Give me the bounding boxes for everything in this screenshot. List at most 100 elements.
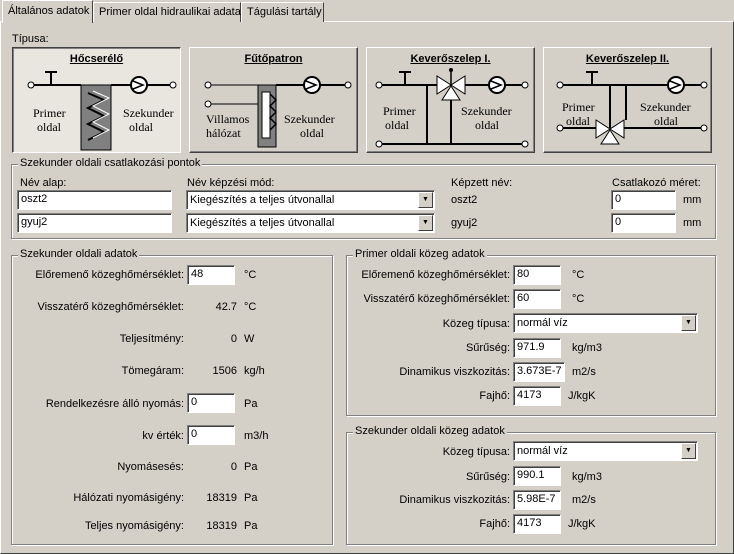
power-value: 0 xyxy=(230,333,237,345)
unit: Pa xyxy=(244,398,258,410)
secondary-viscosity-input[interactable]: 5.98E-7 xyxy=(513,490,561,510)
primary-heat-label: Fajhő: xyxy=(479,390,510,402)
return-temp-label: Visszatérő közeghőmérséklet: xyxy=(37,301,184,313)
left-label: Villamos xyxy=(206,112,250,126)
connector-size-input-1[interactable]: 0 xyxy=(611,190,676,210)
network-pressure-label: Hálózati nyomásigény: xyxy=(73,492,184,504)
select-value: normál víz xyxy=(517,317,568,329)
select-value: normál víz xyxy=(517,445,568,457)
unit: Pa xyxy=(244,520,258,532)
secondary-density-label: Sűrűség: xyxy=(465,471,510,483)
total-pressure-value: 18319 xyxy=(206,520,237,532)
name-mode-select-2[interactable]: Kiegészítés a teljes útvonallal ▼ xyxy=(186,213,435,233)
right-label-2: oldal xyxy=(654,114,678,128)
unit: °C xyxy=(244,301,257,313)
primary-viscosity-input[interactable]: 3.673E-7 xyxy=(513,362,565,382)
primary-viscosity-label: Dinamikus viszkozitás: xyxy=(399,366,510,378)
power-label: Teljesítmény: xyxy=(119,333,184,345)
primary-return-temp-label: Visszatérő közeghőmérséklet: xyxy=(363,293,510,305)
tab-expansion-tank[interactable]: Tágulási tartály xyxy=(241,2,324,22)
unit-mm: mm xyxy=(683,194,702,206)
unit: m2/s xyxy=(572,494,596,506)
generated-name-2: gyuj2 xyxy=(451,217,478,229)
unit: kg/m3 xyxy=(572,342,602,354)
right-label: Szekunder xyxy=(461,104,512,118)
group-title: Szekunder oldali adatok xyxy=(18,248,140,260)
select-value: Kiegészítés a teljes útvonallal xyxy=(190,194,335,206)
generated-name-label: Képzett név: xyxy=(451,177,513,189)
unit: Pa xyxy=(244,461,258,473)
tab-primary-hydraulics[interactable]: Primer oldal hidraulikai adatai xyxy=(93,2,243,22)
primary-return-temp-input[interactable]: 60 xyxy=(513,289,561,309)
group-title: Szekunder oldali közeg adatok xyxy=(353,425,507,437)
connector-size-label: Csatlakozó méret: xyxy=(612,177,701,189)
secondary-medium-type-select[interactable]: normál víz ▼ xyxy=(513,441,698,461)
kv-label: kv érték: xyxy=(142,430,184,442)
secondary-heat-input[interactable]: 4173 xyxy=(513,514,561,534)
primary-flow-temp-input[interactable]: 80 xyxy=(513,265,561,285)
left-label: Primer xyxy=(383,104,416,118)
chevron-down-icon[interactable]: ▼ xyxy=(681,315,696,331)
flow-temp-label: Előremenő közeghőmérséklet: xyxy=(35,269,184,281)
unit: J/kgK xyxy=(568,390,596,402)
select-value: Kiegészítés a teljes útvonallal xyxy=(190,217,335,229)
left-label-2: oldal xyxy=(385,118,409,132)
heat-exchanger-icon xyxy=(27,71,177,151)
secondary-medium-type-label: Közeg típusa: xyxy=(442,446,510,458)
right-label: Szekunder xyxy=(123,106,174,120)
secondary-density-input[interactable]: 990.1 xyxy=(513,466,561,486)
right-label-2: oldal xyxy=(475,118,499,132)
kv-input[interactable]: 0 xyxy=(187,425,235,445)
type-label: Típusa: xyxy=(12,33,49,45)
network-pressure-value: 18319 xyxy=(206,492,237,504)
unit: °C xyxy=(572,293,585,305)
primary-medium-type-label: Közeg típusa: xyxy=(442,318,510,330)
unit: kg/m3 xyxy=(572,471,602,483)
primary-medium-type-select[interactable]: normál víz ▼ xyxy=(513,313,698,333)
unit: m2/s xyxy=(572,366,596,378)
primary-flow-temp-label: Előremenő közeghőmérséklet: xyxy=(361,269,510,281)
chevron-down-icon[interactable]: ▼ xyxy=(681,443,696,459)
primary-density-input[interactable]: 971.9 xyxy=(513,338,561,358)
left-label-2: oldal xyxy=(566,114,590,128)
pressure-drop-label: Nyomásesés: xyxy=(117,461,184,473)
available-pressure-label: Rendelkezésre álló nyomás: xyxy=(45,398,184,410)
left-label-2: oldal xyxy=(37,120,61,134)
name-mode-label: Név képzési mód: xyxy=(187,177,275,189)
unit: °C xyxy=(244,269,257,281)
chevron-down-icon[interactable]: ▼ xyxy=(418,192,433,208)
type-mixing-valve-2-button[interactable]: Keverőszelep II. Primer oldal Szekunder … xyxy=(543,47,712,153)
left-label: Primer xyxy=(33,106,66,120)
return-temp-value: 42.7 xyxy=(215,301,237,313)
type-heater-button[interactable]: Fűtőpatron Villamos hálózat Szekunder ol… xyxy=(189,47,358,153)
total-pressure-label: Teljes nyomásigény: xyxy=(84,520,184,532)
connector-size-input-2[interactable]: 0 xyxy=(611,213,676,233)
unit: kg/h xyxy=(244,365,265,377)
name-base-input-1[interactable]: oszt2 xyxy=(17,190,172,210)
right-label: Szekunder xyxy=(284,112,335,126)
right-label-2: oldal xyxy=(129,120,153,134)
type-mixing-valve-1-button[interactable]: Keverőszelep I. Primer oldal Szekunder o… xyxy=(366,47,535,153)
right-label: Szekunder xyxy=(640,100,691,114)
chevron-down-icon[interactable]: ▼ xyxy=(418,215,433,231)
tab-general[interactable]: Általános adatok xyxy=(2,0,93,23)
primary-density-label: Sűrűség: xyxy=(465,342,510,354)
unit: J/kgK xyxy=(568,518,596,530)
left-label: Primer xyxy=(562,100,595,114)
secondary-viscosity-label: Dinamikus viszkozitás: xyxy=(399,494,510,506)
unit: m3/h xyxy=(244,430,269,442)
type-heat-exchanger-button[interactable]: Hőcserélő Primer oldal Szekunder oldal xyxy=(12,47,181,153)
primary-heat-input[interactable]: 4173 xyxy=(513,386,561,406)
left-label-2: hálózat xyxy=(206,126,241,140)
unit: Pa xyxy=(244,492,258,504)
mixing-valve-1-icon xyxy=(375,68,529,148)
unit-mm: mm xyxy=(683,217,702,229)
name-base-label: Név alap: xyxy=(20,177,67,189)
name-base-input-2[interactable]: gyuj2 xyxy=(17,213,172,233)
unit: W xyxy=(244,333,255,345)
flow-temp-input[interactable]: 48 xyxy=(187,265,235,285)
mass-flow-label: Tömegáram: xyxy=(121,365,184,377)
name-mode-select-1[interactable]: Kiegészítés a teljes útvonallal ▼ xyxy=(186,190,435,210)
available-pressure-input[interactable]: 0 xyxy=(187,393,235,413)
generated-name-1: oszt2 xyxy=(451,194,478,206)
